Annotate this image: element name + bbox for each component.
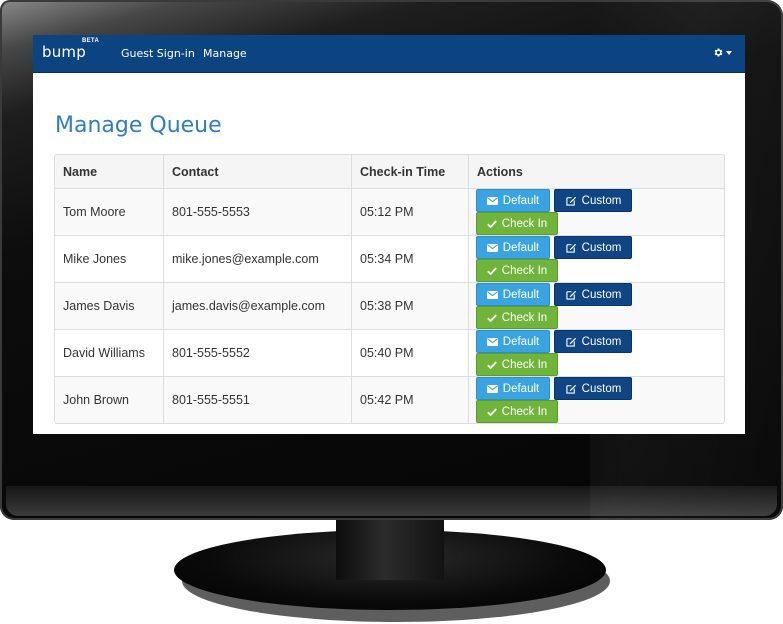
default-button-label: Default <box>502 382 540 395</box>
table-row: John Brown 801-555-5551 05:42 PM Default… <box>55 376 724 423</box>
cell-contact: 801-555-5553 <box>163 188 352 236</box>
cell-actions: Default Custom Check In <box>468 376 724 423</box>
queue-table: Name Contact Check-in Time Actions Tom M… <box>54 154 725 424</box>
checkmark-icon <box>486 360 497 369</box>
cell-actions: Default Custom Check In <box>468 329 724 377</box>
cell-contact: mike.jones@example.com <box>163 235 352 283</box>
table-row: David Williams 801-555-5552 05:40 PM Def… <box>55 329 724 377</box>
checkmark-icon <box>486 313 497 322</box>
default-button[interactable]: Default <box>476 330 550 353</box>
nav-link-guest-sign-in[interactable]: Guest Sign-in <box>121 47 195 60</box>
edit-icon <box>566 196 576 206</box>
cell-name: Tom Moore <box>55 188 164 236</box>
checkmark-icon <box>486 266 497 275</box>
header-contact: Contact <box>163 155 352 189</box>
custom-button[interactable]: Custom <box>554 236 633 259</box>
table-row: Mike Jones mike.jones@example.com 05:34 … <box>55 235 724 283</box>
cell-name: David Williams <box>55 329 164 377</box>
settings-dropdown[interactable] <box>713 47 732 58</box>
cell-check-in-time: 05:38 PM <box>351 282 469 330</box>
monitor-screen: bump BETA Guest Sign-in Manage Manage Qu… <box>33 35 745 434</box>
checkmark-icon <box>486 219 497 228</box>
custom-button[interactable]: Custom <box>554 330 633 353</box>
header-name: Name <box>55 155 164 189</box>
check-in-button[interactable]: Check In <box>476 353 558 376</box>
custom-button[interactable]: Custom <box>554 283 633 306</box>
custom-button[interactable]: Custom <box>554 377 633 400</box>
cell-check-in-time: 05:42 PM <box>351 376 469 423</box>
edit-icon <box>566 384 576 394</box>
header-check-in-time: Check-in Time <box>351 155 469 189</box>
default-button-label: Default <box>502 335 540 348</box>
custom-button-label: Custom <box>581 288 622 301</box>
edit-icon <box>566 290 576 300</box>
check-in-button-label: Check In <box>501 405 548 418</box>
cell-name: James Davis <box>55 282 164 330</box>
check-in-button-label: Check In <box>501 264 548 277</box>
envelope-icon <box>486 243 498 252</box>
cell-actions: Default Custom Check In <box>468 282 724 330</box>
default-button[interactable]: Default <box>476 283 550 306</box>
edit-icon <box>566 243 576 253</box>
cell-check-in-time: 05:34 PM <box>351 235 469 283</box>
check-in-button[interactable]: Check In <box>476 259 558 282</box>
header-actions: Actions <box>468 155 724 189</box>
edit-icon <box>566 337 576 347</box>
default-button[interactable]: Default <box>476 189 550 212</box>
check-in-button-label: Check In <box>501 358 548 371</box>
cell-name: Mike Jones <box>55 235 164 283</box>
brand-logo[interactable]: bump <box>42 43 86 61</box>
page-title: Manage Queue <box>55 113 222 138</box>
envelope-icon <box>486 337 498 346</box>
cell-check-in-time: 05:12 PM <box>351 188 469 236</box>
default-button[interactable]: Default <box>476 236 550 259</box>
envelope-icon <box>486 290 498 299</box>
default-button-label: Default <box>502 194 540 207</box>
default-button-label: Default <box>502 288 540 301</box>
check-in-button-label: Check In <box>501 311 548 324</box>
checkmark-icon <box>486 407 497 416</box>
cell-contact: james.davis@example.com <box>163 282 352 330</box>
cell-actions: Default Custom Check In <box>468 235 724 283</box>
default-button-label: Default <box>502 241 540 254</box>
custom-button-label: Custom <box>581 382 622 395</box>
envelope-icon <box>486 196 498 205</box>
cell-name: John Brown <box>55 376 164 423</box>
check-in-button-label: Check In <box>501 217 548 230</box>
custom-button[interactable]: Custom <box>554 189 633 212</box>
envelope-icon <box>486 384 498 393</box>
table-header-row: Name Contact Check-in Time Actions <box>55 155 724 189</box>
cell-contact: 801-555-5551 <box>163 376 352 423</box>
custom-button-label: Custom <box>581 194 622 207</box>
default-button[interactable]: Default <box>476 377 550 400</box>
cell-contact: 801-555-5552 <box>163 329 352 377</box>
cell-check-in-time: 05:40 PM <box>351 329 469 377</box>
check-in-button[interactable]: Check In <box>476 400 558 423</box>
table-row: Tom Moore 801-555-5553 05:12 PM Default … <box>55 188 724 236</box>
navbar: bump BETA Guest Sign-in Manage <box>33 35 745 73</box>
check-in-button[interactable]: Check In <box>476 306 558 329</box>
gear-icon <box>714 48 723 57</box>
cell-actions: Default Custom Check In <box>468 188 724 236</box>
caret-down-icon <box>726 50 732 55</box>
check-in-button[interactable]: Check In <box>476 212 558 235</box>
custom-button-label: Custom <box>581 241 622 254</box>
custom-button-label: Custom <box>581 335 622 348</box>
nav-link-manage[interactable]: Manage <box>203 47 247 60</box>
beta-badge: BETA <box>82 38 100 44</box>
table-row: James Davis james.davis@example.com 05:3… <box>55 282 724 330</box>
